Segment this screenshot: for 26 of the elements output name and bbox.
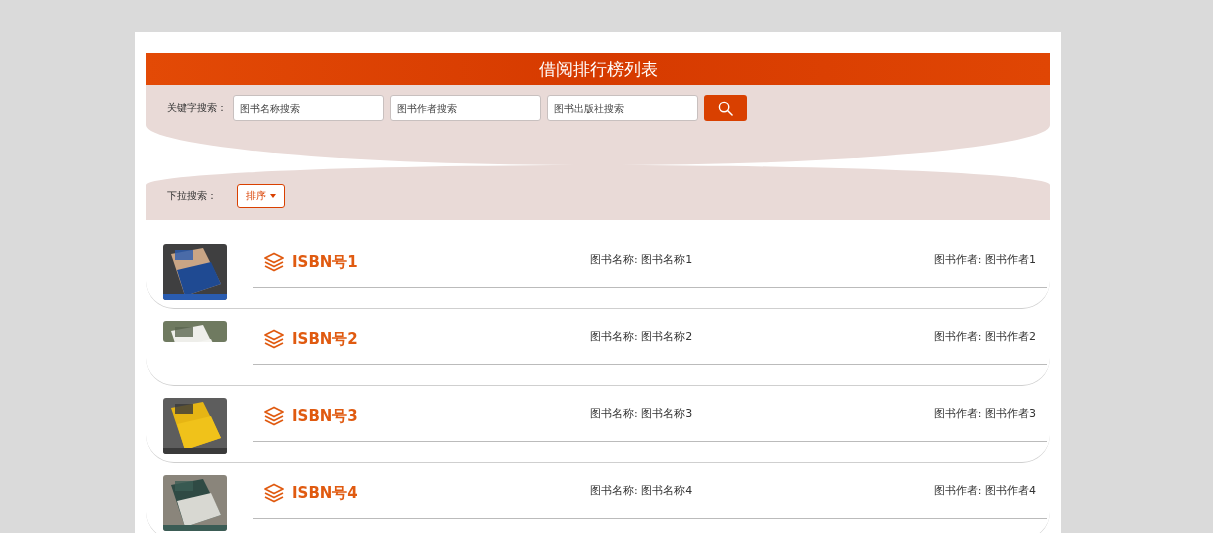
page-title: 借阅排行榜列表 — [538, 57, 658, 81]
book-author: 图书作者: 图书作者4 — [933, 482, 1037, 498]
book-name: 图书名称: 图书名称2 — [590, 328, 694, 344]
search-field[interactable]: 图书名称搜索 — [233, 95, 384, 121]
filter-label: 下拉搜索： — [167, 189, 217, 203]
caret-icon — [270, 194, 276, 198]
search-field[interactable]: 图书出版社搜索 — [547, 95, 698, 121]
layers-icon — [263, 406, 285, 426]
book-isbn[interactable]: ISBN号1 — [292, 252, 358, 272]
layers-icon — [263, 252, 285, 272]
book-name: 图书名称: 图书名称3 — [590, 405, 694, 421]
search-button[interactable] — [704, 95, 747, 121]
search-icon — [718, 100, 733, 116]
book-isbn[interactable]: ISBN号4 — [292, 483, 358, 503]
sort-dropdown[interactable]: 排序 — [237, 184, 285, 208]
search-label: 关键字搜索： — [167, 101, 227, 115]
layers-icon — [263, 329, 285, 349]
layers-icon — [263, 483, 285, 503]
book-name: 图书名称: 图书名称1 — [590, 251, 694, 267]
book-author: 图书作者: 图书作者2 — [933, 328, 1037, 344]
book-name: 图书名称: 图书名称4 — [590, 482, 694, 498]
search-field[interactable]: 图书作者搜索 — [390, 95, 541, 121]
book-isbn[interactable]: ISBN号2 — [292, 329, 358, 349]
book-author: 图书作者: 图书作者1 — [933, 251, 1037, 267]
book-isbn[interactable]: ISBN号3 — [292, 406, 358, 426]
book-author: 图书作者: 图书作者3 — [933, 405, 1037, 421]
